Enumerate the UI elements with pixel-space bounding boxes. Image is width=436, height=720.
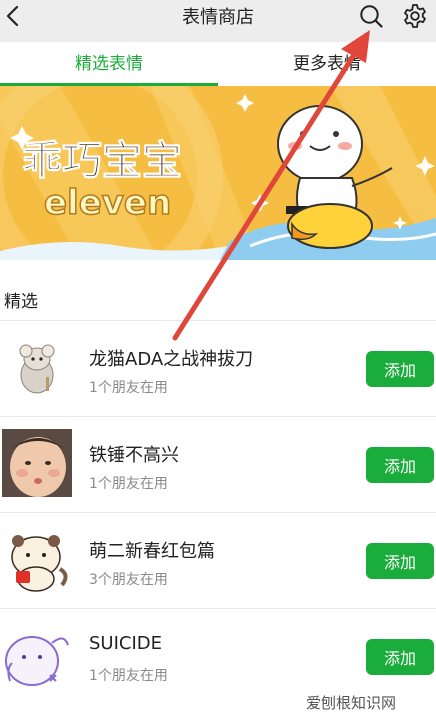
add-button[interactable]: 添加 [366,543,434,579]
section-label-featured: 精选 [4,292,38,312]
divider [0,416,436,417]
featured-banner[interactable]: 乖巧宝宝 eleven [0,86,436,260]
sticker-thumbnail-doodle [2,621,72,689]
sticker-name: SUICIDE [89,633,163,654]
add-button[interactable]: 添加 [366,447,434,483]
watermark-text: 爱刨根知识网 [302,690,401,715]
sticker-name: 萌二新春红包篇 [89,541,215,562]
search-icon[interactable] [358,3,384,29]
tab-bar: 精选表情 更多表情 [0,42,436,87]
friends-using-count: 3个朋友在用 [89,572,168,588]
sticker-thumbnail-baby [2,429,72,497]
add-button[interactable]: 添加 [366,639,434,675]
sticker-thumbnail-panda [2,525,72,593]
add-button[interactable]: 添加 [366,351,434,387]
top-bar: 表情商店 [0,0,436,42]
gear-icon[interactable] [401,2,429,30]
list-item[interactable]: 龙猫ADA之战神拔刀 1个朋友在用 添加 [0,320,436,416]
divider [0,608,436,609]
friends-using-count: 1个朋友在用 [89,380,168,396]
sticker-thumbnail-chinchilla [2,333,72,401]
sticker-name: 龙猫ADA之战神拔刀 [89,349,254,370]
list-item[interactable]: 萌二新春红包篇 3个朋友在用 添加 [0,512,436,608]
divider [0,512,436,513]
list-item[interactable]: 铁锤不高兴 1个朋友在用 添加 [0,416,436,512]
banner-subtitle: eleven [44,183,171,223]
banner-title: 乖巧宝宝 [22,138,182,184]
friends-using-count: 1个朋友在用 [89,668,168,684]
tab-featured-stickers[interactable]: 精选表情 [0,42,218,86]
sticker-name: 铁锤不高兴 [89,445,179,466]
divider [0,320,436,321]
friends-using-count: 1个朋友在用 [89,476,168,492]
tab-more-stickers[interactable]: 更多表情 [218,42,436,86]
